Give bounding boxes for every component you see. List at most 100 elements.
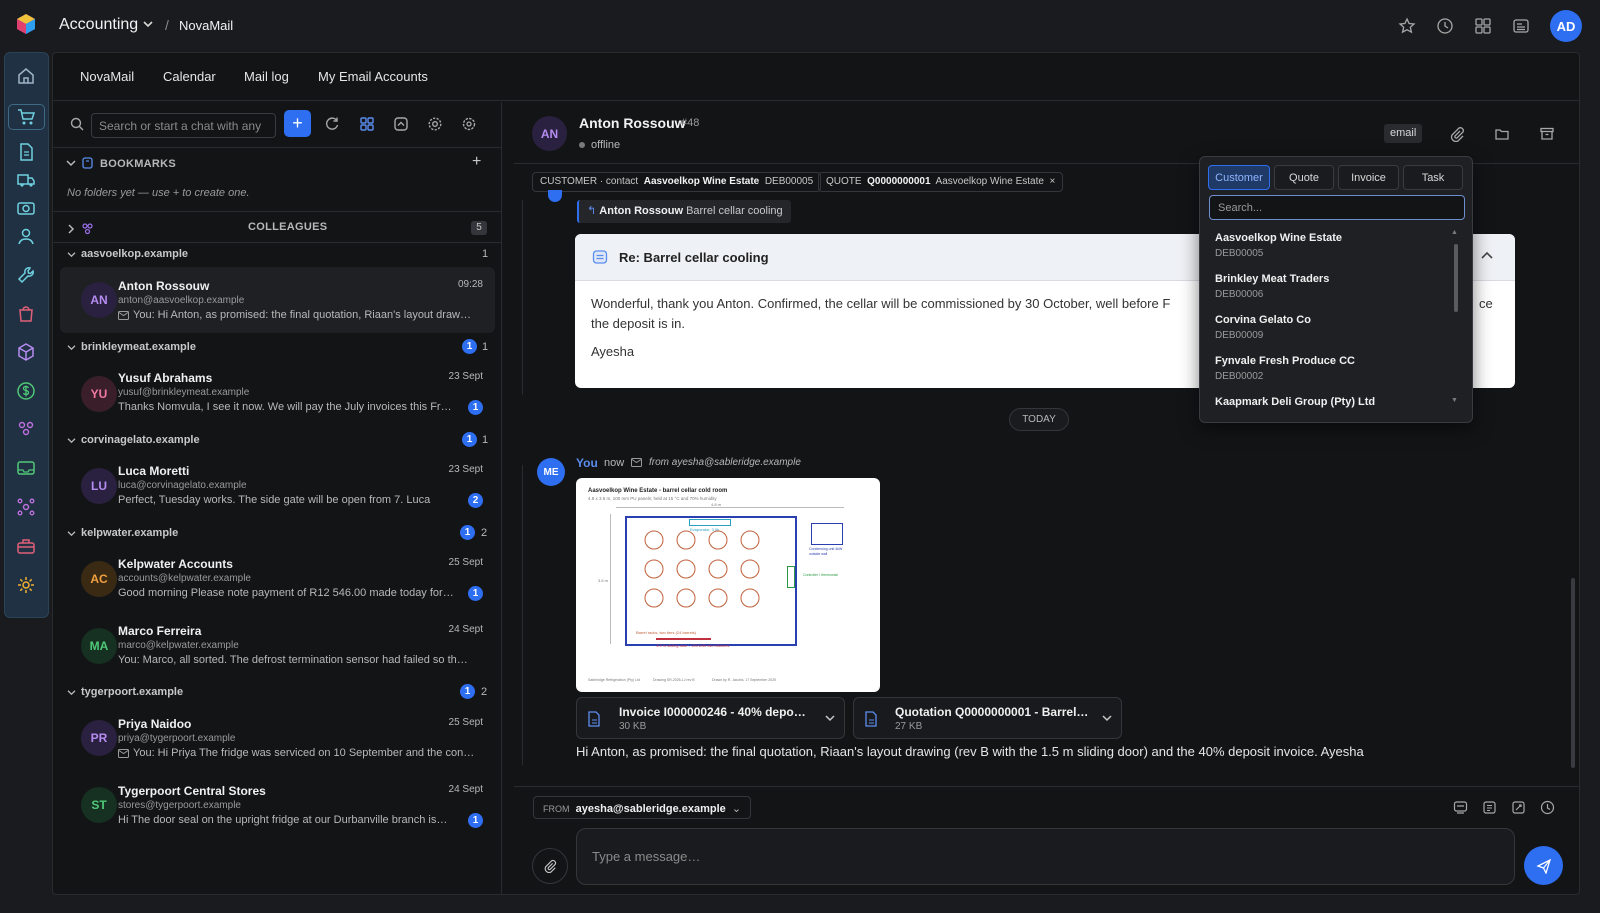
- chevron-down-icon[interactable]: [66, 159, 76, 167]
- new-chat-button[interactable]: +: [284, 110, 311, 137]
- paperclip-icon[interactable]: [1449, 126, 1465, 142]
- team-icon[interactable]: [16, 419, 36, 439]
- reply-reference[interactable]: ↰ Anton Rossouw Barrel cellar cooling: [577, 200, 791, 223]
- tab-quote[interactable]: Quote: [1274, 165, 1334, 190]
- send-icon: [1535, 858, 1551, 874]
- chat-date: 24 Sept: [448, 624, 483, 635]
- settings-icon[interactable]: [427, 116, 443, 132]
- unread-badge: 1: [462, 339, 477, 354]
- truck-icon[interactable]: [16, 170, 36, 190]
- picker-scrollbar-thumb[interactable]: [1454, 244, 1458, 312]
- tab-my-email-accounts[interactable]: My Email Accounts: [318, 69, 428, 84]
- grid-view-icon[interactable]: [359, 116, 375, 132]
- settings-gear-icon[interactable]: [16, 575, 36, 595]
- contact-id: #48: [681, 117, 700, 129]
- news-icon[interactable]: [1512, 17, 1530, 35]
- document-icon[interactable]: [16, 142, 36, 162]
- chevron-down-icon[interactable]: [67, 689, 76, 696]
- tab-mail-log[interactable]: Mail log: [244, 69, 289, 84]
- archive-icon[interactable]: [1539, 126, 1555, 142]
- barrel-grid: [644, 530, 760, 608]
- remove-chip-icon[interactable]: ×: [1050, 176, 1056, 187]
- refresh-icon[interactable]: [324, 116, 340, 132]
- cart-icon[interactable]: [16, 107, 36, 127]
- shopping-bag-icon[interactable]: [16, 303, 36, 323]
- chat-preview: You: Marco, all sorted. The defrost term…: [118, 654, 468, 666]
- tab-customer[interactable]: Customer: [1208, 165, 1270, 190]
- quote-chip[interactable]: QUOTE Q0000000001 Aasvoelkop Wine Estate…: [818, 172, 1064, 192]
- group-header[interactable]: corvinagelato.example: [81, 434, 200, 446]
- mail-icon[interactable]: [16, 458, 36, 478]
- dollar-icon[interactable]: [16, 381, 36, 401]
- chevron-down-icon[interactable]: [67, 344, 76, 351]
- attachment-size: 27 KB: [895, 721, 923, 732]
- scrollbar-thumb[interactable]: [1571, 578, 1575, 768]
- chevron-right-icon[interactable]: [67, 224, 75, 234]
- drawing-footer-ref: Drawing SR-2025-LJ rev B: [653, 678, 695, 682]
- chevron-down-icon[interactable]: [143, 20, 153, 28]
- tab-calendar[interactable]: Calendar: [163, 69, 216, 84]
- group-header[interactable]: kelpwater.example: [81, 527, 178, 539]
- search-input[interactable]: Search or start a chat with any: [91, 113, 276, 138]
- tab-invoice[interactable]: Invoice: [1338, 165, 1399, 190]
- history-icon[interactable]: [1436, 17, 1454, 35]
- chevron-down-icon[interactable]: [67, 251, 76, 258]
- group-header[interactable]: brinkleymeat.example: [81, 341, 196, 353]
- message-input[interactable]: Type a message…: [576, 828, 1515, 885]
- top-bar: [0, 0, 1600, 52]
- customer-chip[interactable]: CUSTOMER · contact Aasvoelkop Wine Estat…: [532, 172, 822, 192]
- group-header[interactable]: tygerpoort.example: [81, 686, 183, 698]
- user-avatar[interactable]: AD: [1550, 10, 1582, 42]
- breadcrumb-separator: /: [165, 17, 169, 33]
- snippet-icon[interactable]: [1482, 800, 1497, 815]
- template-icon[interactable]: [1453, 800, 1468, 815]
- box-icon[interactable]: [16, 342, 36, 362]
- add-folder-button[interactable]: +: [472, 153, 481, 171]
- message-time: now: [604, 457, 625, 469]
- badge-settings-icon[interactable]: [461, 116, 477, 132]
- date-separator: TODAY: [1009, 408, 1069, 431]
- breadcrumb[interactable]: NovaMail: [179, 18, 233, 33]
- drawing-image[interactable]: Aasvoelkop Wine Estate - barrel cellar c…: [576, 478, 880, 692]
- send-button[interactable]: [1524, 846, 1563, 885]
- contacts-icon[interactable]: [16, 226, 36, 246]
- dimension-line: [610, 514, 611, 644]
- scroll-down-icon[interactable]: ▼: [1451, 397, 1458, 404]
- chevron-down-icon[interactable]: [67, 530, 76, 537]
- scroll-up-icon[interactable]: ▲: [1451, 229, 1458, 236]
- collapse-icon[interactable]: [393, 116, 409, 132]
- apps-grid-icon[interactable]: [1474, 17, 1492, 35]
- schedule-icon[interactable]: [1540, 800, 1555, 815]
- briefcase-icon[interactable]: [16, 536, 36, 556]
- tab-novamail[interactable]: NovaMail: [80, 69, 134, 84]
- colleagues-icon: [82, 223, 93, 235]
- chip-label: QUOTE: [826, 176, 862, 187]
- chevron-up-icon[interactable]: [1481, 252, 1493, 260]
- chevron-down-icon[interactable]: [67, 437, 76, 444]
- reply-arrow-icon: ↰: [587, 205, 597, 217]
- sender-name: You: [576, 456, 598, 470]
- drawing-subtitle: 4.8 x 3.6 m, 100 mm PU panels; held at 1…: [588, 496, 717, 501]
- chat-date: 09:28: [457, 279, 483, 290]
- colleagues-label[interactable]: COLLEAGUES: [248, 221, 327, 233]
- folder-icon[interactable]: [1494, 126, 1510, 142]
- wrench-icon[interactable]: [16, 265, 36, 285]
- chevron-down-icon[interactable]: [1102, 714, 1112, 722]
- unread-badge: 1: [468, 586, 483, 601]
- home-icon[interactable]: [16, 66, 36, 86]
- attach-button[interactable]: [532, 848, 568, 884]
- chevron-down-icon[interactable]: [825, 714, 835, 722]
- camera-icon[interactable]: [16, 198, 36, 218]
- from-selector[interactable]: FROM ayesha@sableridge.example ⌄: [533, 796, 752, 819]
- star-icon[interactable]: [1398, 17, 1416, 35]
- picker-search-input[interactable]: Search...: [1209, 195, 1465, 220]
- bookmark-icon: [82, 157, 93, 169]
- chat-name: Kelpwater Accounts: [118, 557, 233, 571]
- ai-compose-icon[interactable]: [1511, 800, 1526, 815]
- network-icon[interactable]: [16, 497, 36, 517]
- app-logo-icon[interactable]: [15, 13, 37, 35]
- app-switcher[interactable]: Accounting: [59, 16, 138, 34]
- chat-date: 23 Sept: [448, 371, 483, 382]
- group-header[interactable]: aasvoelkop.example: [81, 248, 188, 260]
- tab-task[interactable]: Task: [1403, 165, 1463, 190]
